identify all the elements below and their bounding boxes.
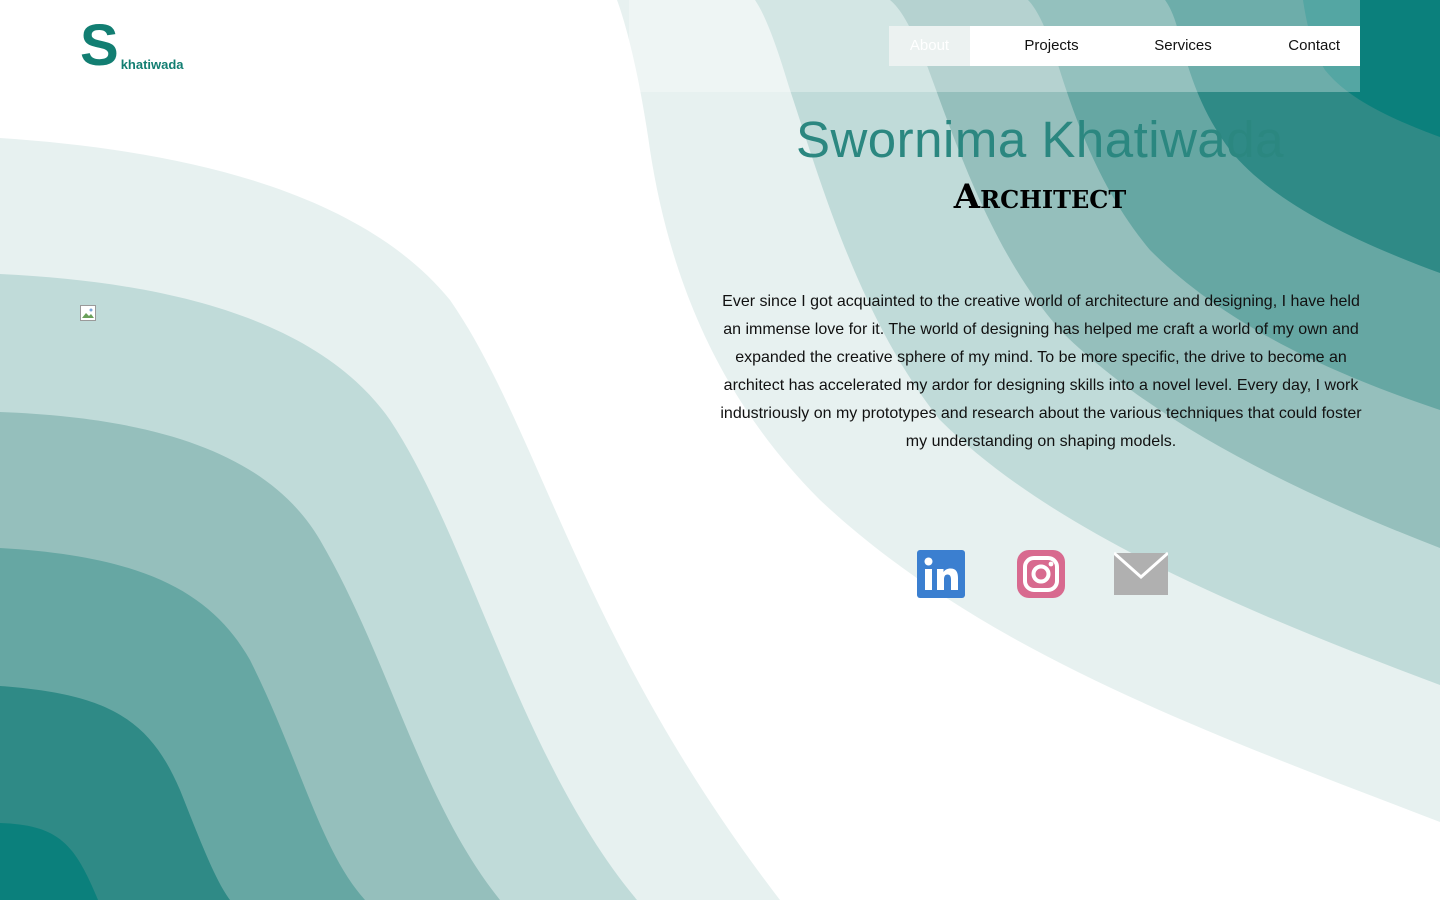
site-logo[interactable]: S khatiwada [80,13,184,78]
nav-contact[interactable]: Contact [1233,26,1360,66]
broken-image-icon [80,305,96,321]
nav-services[interactable]: Services [1133,26,1233,66]
hero-name: Swornima Khatiwada [795,111,1285,168]
instagram-icon[interactable] [1017,550,1065,598]
hero-bio: Ever since I got acquainted to the creat… [720,293,1362,450]
logo-name: khatiwada [120,57,184,72]
hero-section: Swornima Khatiwada Architect [720,108,1360,216]
main-nav: About Projects Services Contact [889,26,1360,66]
mail-icon[interactable] [1114,550,1168,598]
hero-role: Architect [953,177,1127,217]
nav-about[interactable]: About [889,26,970,66]
logo-letter: S [80,13,119,78]
linkedin-icon[interactable] [917,550,965,598]
nav-projects[interactable]: Projects [970,26,1133,66]
